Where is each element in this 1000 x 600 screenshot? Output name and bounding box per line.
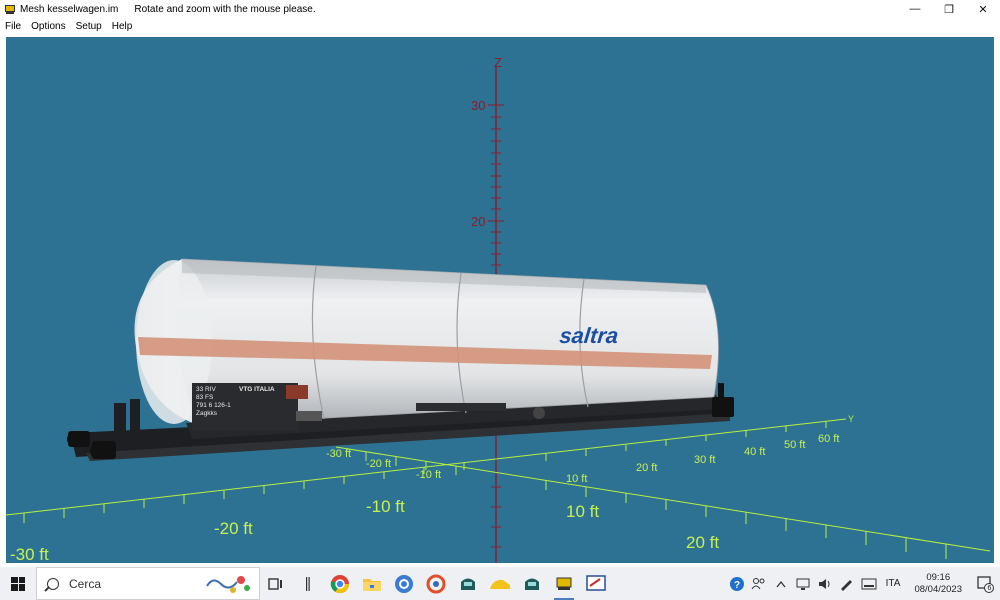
volume-icon[interactable] <box>814 567 836 600</box>
tank-brand-text: saltra <box>558 323 619 348</box>
github-desktop-icon[interactable] <box>388 567 420 600</box>
minimize-button[interactable]: — <box>898 0 932 18</box>
search-icon <box>47 577 59 590</box>
svg-text:Zagkks: Zagkks <box>196 410 218 417</box>
svg-text:33 RIV: 33 RIV <box>196 386 217 393</box>
menu-help[interactable]: Help <box>107 21 138 32</box>
tray-expand-chevron-icon[interactable] <box>770 567 792 600</box>
svg-text:791 6 126-1: 791 6 126-1 <box>196 402 231 409</box>
window-title: Mesh kesselwagen.im <box>20 3 119 15</box>
svg-text:-30 ft: -30 ft <box>10 545 49 563</box>
start-button[interactable] <box>0 567 36 600</box>
svg-text:-20 ft: -20 ft <box>366 458 391 470</box>
svg-text:50 ft: 50 ft <box>784 439 805 451</box>
mesh-viewport[interactable]: Z 30 20 Y -30 ft -20 ft -10 ft 10 ft 20 … <box>6 37 994 563</box>
svg-text:VTG ITALIA: VTG ITALIA <box>239 386 275 393</box>
svg-text:-10 ft: -10 ft <box>416 469 441 481</box>
restore-button[interactable]: ❐ <box>932 0 966 18</box>
chrome-icon[interactable] <box>324 567 356 600</box>
svg-text:10 ft: 10 ft <box>566 502 599 521</box>
app-swirl-icon[interactable] <box>420 567 452 600</box>
clock-date: 08/04/2023 <box>914 583 962 595</box>
z-tick-20: 20 <box>471 214 485 229</box>
svg-text:20 ft: 20 ft <box>686 533 719 552</box>
close-button[interactable]: ✕ <box>966 0 1000 18</box>
train-cab-icon-2[interactable] <box>516 567 548 600</box>
menu-setup[interactable]: Setup <box>71 21 107 32</box>
menu-bar: File Options Setup Help <box>0 18 1000 34</box>
svg-text:?: ? <box>734 580 740 591</box>
windows-logo-icon <box>11 576 25 591</box>
menu-file[interactable]: File <box>0 21 26 32</box>
system-tray: ? ITA 09:16 08/04/2023 6 <box>726 567 1000 600</box>
search-doodle-icon <box>206 576 250 593</box>
pen-icon[interactable] <box>836 567 858 600</box>
notification-count: 6 <box>987 584 992 592</box>
svg-text:10 ft: 10 ft <box>566 473 587 485</box>
svg-text:20 ft: 20 ft <box>636 462 657 474</box>
notifications-icon[interactable]: 6 <box>970 567 1000 600</box>
window-controls: — ❐ ✕ <box>898 0 1000 18</box>
scene-svg: Z 30 20 Y -30 ft -20 ft -10 ft 10 ft 20 … <box>6 55 991 563</box>
people-icon[interactable] <box>748 567 770 600</box>
keyboard-icon[interactable] <box>858 567 880 600</box>
y-axis-label: Y <box>848 414 854 424</box>
network-icon[interactable] <box>792 567 814 600</box>
tank-wagon: saltra 33 RIV 83 FS 791 6 126-1 Zagkks V… <box>67 258 734 461</box>
help-icon[interactable]: ? <box>726 567 748 600</box>
yellow-app-icon[interactable] <box>484 567 516 600</box>
editor-app-icon[interactable] <box>580 567 612 600</box>
window-hint: Rotate and zoom with the mouse please. <box>134 3 316 15</box>
z-tick-30: 30 <box>471 98 485 113</box>
file-explorer-icon[interactable] <box>356 567 388 600</box>
title-bar: Mesh kesselwagen.im Rotate and zoom with… <box>0 0 1000 18</box>
taskbar-clock[interactable]: 09:16 08/04/2023 <box>906 572 970 596</box>
ground-labels-large: -30 ft -20 ft -10 ft 10 ft 20 ft <box>10 497 719 563</box>
svg-text:83 FS: 83 FS <box>196 394 214 401</box>
taskbar-divider-icon <box>292 567 324 600</box>
svg-text:60 ft: 60 ft <box>818 433 839 445</box>
train-cab-icon[interactable] <box>452 567 484 600</box>
z-axis-label: Z <box>494 55 502 70</box>
language-indicator[interactable]: ITA <box>880 578 907 589</box>
search-placeholder: Cerca <box>69 576 102 591</box>
taskbar-search-box[interactable]: Cerca <box>36 567 260 600</box>
svg-text:-30 ft: -30 ft <box>326 448 351 460</box>
mesh-viewer-taskbar-icon[interactable] <box>548 567 580 600</box>
taskbar: Cerca ? ITA 09:16 08/04/2023 6 <box>0 567 1000 600</box>
svg-text:30 ft: 30 ft <box>694 454 715 466</box>
clock-time: 09:16 <box>926 571 951 583</box>
svg-text:-10 ft: -10 ft <box>366 497 405 516</box>
task-view-icon[interactable] <box>260 567 292 600</box>
svg-text:40 ft: 40 ft <box>744 446 765 458</box>
app-train-icon <box>4 3 16 15</box>
svg-text:-20 ft: -20 ft <box>214 519 253 538</box>
menu-options[interactable]: Options <box>26 21 70 32</box>
